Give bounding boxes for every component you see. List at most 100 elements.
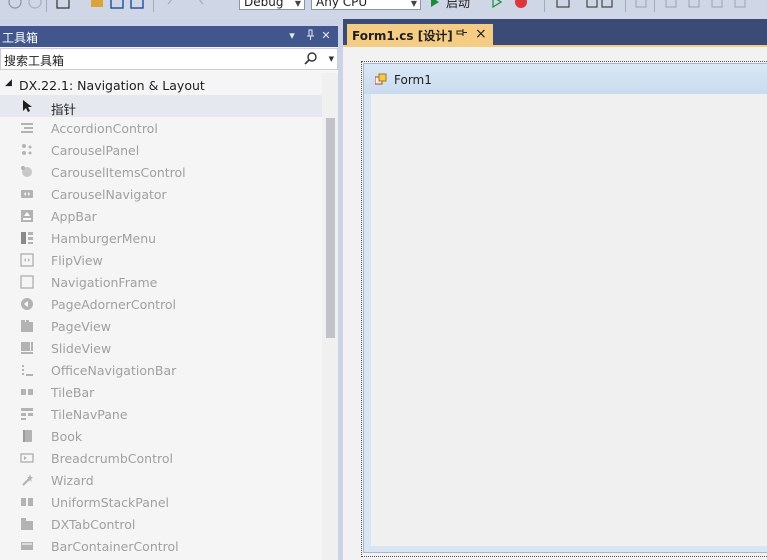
tilebar-icon (21, 389, 33, 395)
platform-value: Any CPU (316, 0, 368, 9)
toolbox-item-pointer[interactable]: 指针 (0, 95, 322, 117)
accordion-icon (21, 123, 33, 133)
bar-container-icon (21, 542, 33, 550)
item-label: CarouselNavigator (51, 187, 167, 202)
start-button[interactable]: 启动 (430, 0, 470, 10)
carousel-panel-icon (22, 144, 32, 155)
tool-icon[interactable] (556, 0, 570, 10)
pin-icon[interactable] (456, 28, 467, 40)
toolbox-item[interactable]: Wizard (0, 469, 322, 491)
redo-icon[interactable] (196, 0, 210, 10)
open-file-icon[interactable] (90, 0, 104, 10)
toolbox-item[interactable]: OfficeNavigationBar (0, 359, 322, 381)
toolbox-scrollbar[interactable] (322, 73, 338, 560)
undo-icon[interactable] (166, 0, 180, 10)
chevron-down-icon[interactable]: ▼ (329, 55, 334, 63)
platform-select[interactable]: Any CPU ▼ (311, 0, 421, 10)
item-label: Book (51, 429, 83, 444)
stop-icon[interactable] (514, 0, 528, 10)
close-icon[interactable]: × (475, 26, 487, 42)
form-title: Form1 (394, 73, 432, 87)
toolbox-item[interactable]: TileBar (0, 381, 322, 403)
format-icon[interactable] (664, 0, 754, 10)
configuration-value: Debug (244, 0, 284, 9)
toolbox-title: 工具箱 (2, 31, 39, 45)
item-label: DXTabControl (51, 517, 136, 532)
window-position-icon[interactable]: ▾ (286, 29, 298, 43)
document-tabstrip: Form1.cs [设计] × (343, 19, 767, 47)
back-icon[interactable] (8, 0, 22, 10)
toolbox-item[interactable]: HamburgerMenu (0, 227, 322, 249)
item-label: FlipView (51, 253, 103, 268)
breadcrumb-icon (20, 453, 34, 463)
item-label: UniformStackPanel (51, 495, 170, 510)
item-label: BarContainerControl (51, 539, 179, 554)
form-client-area[interactable] (371, 94, 767, 546)
forward-icon[interactable] (28, 0, 42, 10)
search-icon[interactable] (303, 51, 319, 67)
toolbox-item[interactable]: DXTabControl (0, 513, 322, 535)
office-navbar-icon (22, 365, 33, 376)
pointer-icon (23, 100, 32, 112)
collapse-triangle-icon[interactable]: ◢ (5, 78, 12, 88)
pin-icon[interactable] (304, 29, 316, 44)
start-label: 启动 (446, 0, 471, 10)
toolbox-item[interactable]: AppBar (0, 205, 322, 227)
item-label: 指针 (51, 102, 77, 117)
toolbox-header: 工具箱 ▾ ✕ (0, 26, 338, 47)
tab-label: Form1.cs [设计] (352, 29, 453, 43)
save-all-icon[interactable] (130, 0, 144, 10)
toolbox-item[interactable]: FlipView (0, 249, 322, 271)
carousel-items-icon (21, 166, 32, 177)
toolbox-item[interactable]: BarContainerControl (0, 535, 322, 557)
toolbox-item[interactable]: CarouselPanel (0, 139, 322, 161)
item-label: CarouselPanel (51, 143, 140, 158)
tabcontrol-icon (21, 518, 33, 530)
toolbox-item[interactable]: SlideView (0, 337, 322, 359)
form-window[interactable]: Form1 (363, 63, 767, 553)
layout-icon[interactable] (586, 0, 616, 10)
align-icon[interactable] (634, 0, 648, 10)
chevron-down-icon: ▼ (410, 0, 417, 8)
form-icon (375, 73, 387, 85)
toolbox-item[interactable]: Book (0, 425, 322, 447)
hamburger-menu-icon (21, 232, 33, 244)
carousel-navigator-icon (21, 190, 33, 198)
new-project-icon[interactable] (56, 0, 70, 10)
item-label: Wizard (51, 473, 94, 488)
item-label: BreadcrumbControl (51, 451, 173, 466)
toolbox-list: ◢ DX.22.1: Navigation & Layout 指针 Accord… (0, 73, 338, 560)
start-without-debug-icon[interactable] (492, 0, 502, 10)
toolbox-item[interactable]: CarouselNavigator (0, 183, 322, 205)
book-icon (23, 430, 32, 442)
toolbox-item[interactable]: AccordionControl (0, 117, 322, 139)
toolbox-item[interactable]: PageView (0, 315, 322, 337)
pageview-icon (21, 320, 33, 332)
item-label: AccordionControl (51, 121, 158, 136)
uniform-stack-icon (21, 498, 33, 506)
form-designer-surface: Form1 (343, 47, 767, 560)
close-icon[interactable]: ✕ (320, 29, 332, 43)
toolbox-item[interactable]: UniformStackPanel (0, 491, 322, 513)
slideview-icon (21, 342, 33, 354)
scrollbar-thumb[interactable] (326, 118, 335, 338)
item-label: TileBar (51, 385, 95, 400)
document-area: Form1.cs [设计] × Form1 (343, 19, 767, 560)
wizard-icon (22, 474, 33, 486)
toolbox-item[interactable]: BreadcrumbControl (0, 447, 322, 469)
save-icon[interactable] (110, 0, 124, 10)
search-input[interactable]: 搜索工具箱 (4, 52, 64, 69)
toolbox-group-header[interactable]: ◢ DX.22.1: Navigation & Layout (0, 75, 322, 95)
form-titlebar: Form1 (364, 64, 767, 94)
configuration-select[interactable]: Debug ▼ (239, 0, 305, 10)
navigation-frame-icon (20, 275, 34, 289)
toolbox-item[interactable]: PageAdornerControl (0, 293, 322, 315)
item-label: TileNavPane (51, 407, 128, 422)
tilenavpane-icon (21, 408, 33, 420)
toolbox-item[interactable]: NavigationFrame (0, 271, 322, 293)
tab-form1-designer[interactable]: Form1.cs [设计] × (347, 24, 493, 46)
item-label: HamburgerMenu (51, 231, 157, 246)
toolbox-item[interactable]: CarouselItemsControl (0, 161, 322, 183)
toolbox-item[interactable]: TileNavPane (0, 403, 322, 425)
toolbox-search[interactable]: 搜索工具箱 ▼ (0, 48, 338, 70)
